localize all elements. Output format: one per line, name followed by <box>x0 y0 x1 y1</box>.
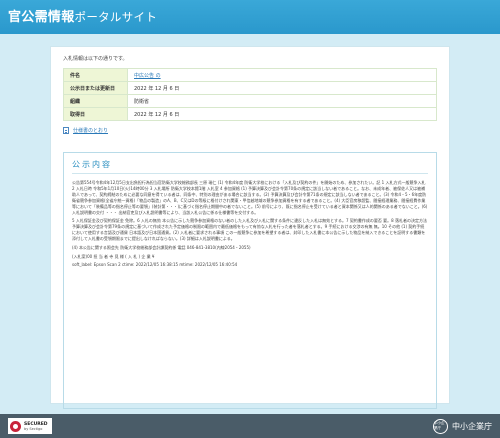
info-table: 件名 中広公告 の 公示日または更新日 2022 年 12 月 6 日 組織 防… <box>63 68 437 121</box>
table-row: 件名 中広公告 の <box>63 68 437 82</box>
label-subject: 件名 <box>63 68 128 82</box>
seal-icon <box>10 420 21 432</box>
site-header: 官公需情報ポータルサイト <box>0 0 500 34</box>
notice-paragraph: 公告第554号令和4年12月5日支出負担行為担当官防衛大学校総務部長 三原 瑞仁… <box>72 180 428 215</box>
intro-text: 入札情報は以下の通りです。 <box>63 56 128 62</box>
value-acquired-date: 2022 年 12 月 6 日 <box>127 107 437 121</box>
notice-panel: 公示内容 公告第554号令和4年12月5日支出負担行為担当官防衛大学校総務部長 … <box>63 152 437 409</box>
spec-document-link[interactable]: 仕様書のとおり <box>73 127 108 134</box>
org-name: 中小企業庁 <box>452 421 492 431</box>
notice-body: 公告第554号令和4年12月5日支出負担行為担当官防衛大学校総務部長 三原 瑞仁… <box>72 180 428 251</box>
table-row: 取得日 2022 年 12 月 6 日 <box>63 107 437 121</box>
subject-link[interactable]: 中広公告 の <box>134 73 161 79</box>
notice-meta: soft_label: Epson Scan 2 ctime: 2022/12/… <box>72 261 238 267</box>
table-row: 公示日または更新日 2022 年 12 月 6 日 <box>63 81 437 95</box>
secured-line1: SECURED <box>24 421 48 427</box>
org-logo[interactable]: 中小企業庁 中小企業庁 <box>433 418 492 434</box>
notice-paragraph: (4) 本公告に関する照会先 防衛大学校総務部会計課契約係 電話 046-841… <box>72 245 251 251</box>
secured-line2: by Sectigo <box>24 426 43 431</box>
site-title-sub: ポータルサイト <box>74 10 158 24</box>
secured-badge[interactable]: SECURED by Sectigo <box>8 418 52 434</box>
label-acquired-date: 取得日 <box>63 107 128 121</box>
document-icon <box>63 127 69 134</box>
site-title[interactable]: 官公需情報ポータルサイト <box>8 6 492 25</box>
spec-document-row: 仕様書のとおり <box>63 127 437 134</box>
main-content: 入札情報は以下の通りです。 件名 中広公告 の 公示日または更新日 2022 年… <box>50 46 450 409</box>
org-emblem-icon: 中小企業庁 <box>433 418 448 434</box>
site-title-main: 官公需情報 <box>8 10 75 25</box>
site-footer: SECURED by Sectigo 中小企業庁 中小企業庁 <box>0 414 500 438</box>
table-row: 組織 防衛省 <box>63 94 437 108</box>
notice-paragraph: 5 入札保証金及び契約保証金 免除。6 入札の無効 本公告に示した競争参加資格の… <box>72 218 427 242</box>
notice-title: 公示内容 <box>72 159 428 174</box>
notice-signature: (入札案)00 担 当 者 寺 見 様 ( 入 札 ) 企 業 ¥ <box>72 253 155 259</box>
value-subject: 中広公告 の <box>127 68 437 82</box>
value-organization: 防衛省 <box>127 94 437 108</box>
value-publish-date: 2022 年 12 月 6 日 <box>127 81 437 95</box>
label-publish-date: 公示日または更新日 <box>63 81 128 95</box>
label-organization: 組織 <box>63 94 128 108</box>
